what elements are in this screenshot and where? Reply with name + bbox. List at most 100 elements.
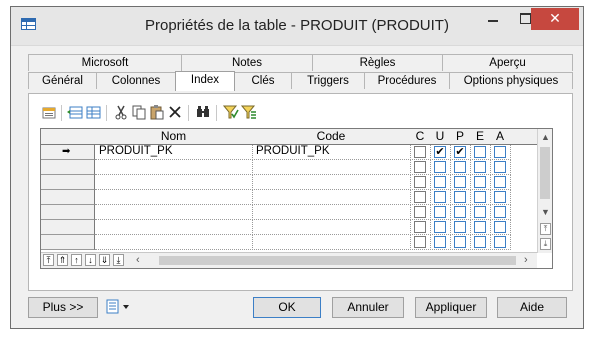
header-e[interactable]: E [470, 129, 491, 145]
row-selector[interactable] [41, 190, 95, 205]
header-c[interactable]: C [410, 129, 431, 145]
checkbox-p[interactable] [454, 221, 466, 233]
checkbox-u[interactable]: ✔ [434, 146, 446, 158]
row-selector[interactable] [41, 175, 95, 190]
checkbox-p[interactable] [454, 191, 466, 203]
header-nom[interactable]: Nom [95, 129, 253, 145]
checkbox-c[interactable] [414, 236, 426, 248]
cell-nom[interactable] [95, 190, 253, 205]
checkbox-p[interactable] [454, 236, 466, 248]
cell-nom[interactable] [95, 235, 253, 250]
scroll-up-icon[interactable]: ▲ [541, 132, 550, 142]
tab-regles[interactable]: Règles [312, 54, 443, 71]
row-selector[interactable] [41, 160, 95, 175]
scroll-down-icon[interactable]: ▼ [541, 207, 550, 217]
checkbox-c[interactable] [414, 191, 426, 203]
tab-notes[interactable]: Notes [181, 54, 313, 71]
checkbox-a[interactable] [494, 221, 506, 233]
vertical-scroll-thumb[interactable] [540, 147, 550, 199]
checkbox-u[interactable] [434, 221, 446, 233]
cell-code[interactable] [252, 190, 411, 205]
tab-triggers[interactable]: Triggers [291, 72, 365, 89]
tab-colonnes[interactable]: Colonnes [96, 72, 176, 89]
checkbox-u[interactable] [434, 176, 446, 188]
header-p[interactable]: P [450, 129, 471, 145]
row-selector[interactable] [41, 235, 95, 250]
paste-icon[interactable] [148, 104, 166, 122]
checkbox-a[interactable] [494, 161, 506, 173]
help-button[interactable]: Aide [497, 297, 567, 318]
cell-code[interactable] [252, 175, 411, 190]
checkbox-e[interactable] [474, 146, 486, 158]
checkbox-p[interactable] [454, 206, 466, 218]
horizontal-scrollbar[interactable]: ⤒ ⇑ ↑ ↓ ⇓ ⤓ ‹ › [41, 252, 537, 268]
list-menu-button[interactable] [105, 296, 135, 318]
scroll-bottom-icon[interactable]: ⤓ [540, 238, 551, 250]
cancel-button[interactable]: Annuler [332, 297, 404, 318]
cut-icon[interactable] [112, 104, 130, 122]
cell-nom[interactable] [95, 205, 253, 220]
checkbox-u[interactable] [434, 191, 446, 203]
tab-general[interactable]: Général [28, 72, 97, 89]
checkbox-e[interactable] [474, 191, 486, 203]
cell-code[interactable] [252, 235, 411, 250]
checkbox-a[interactable] [494, 206, 506, 218]
minimize-button[interactable] [479, 8, 507, 30]
checkbox-p[interactable]: ✔ [454, 146, 466, 158]
checkbox-p[interactable] [454, 176, 466, 188]
move-up-icon[interactable]: ↑ [71, 254, 82, 266]
checkbox-a[interactable] [494, 146, 506, 158]
cell-code[interactable]: PRODUIT_PK [252, 145, 411, 160]
checkbox-p[interactable] [454, 161, 466, 173]
scroll-top-icon[interactable]: ⤒ [540, 223, 551, 235]
delete-icon[interactable] [166, 104, 184, 122]
find-icon[interactable] [194, 104, 212, 122]
checkbox-a[interactable] [494, 176, 506, 188]
header-u[interactable]: U [430, 129, 451, 145]
checkbox-e[interactable] [474, 236, 486, 248]
cell-nom[interactable] [95, 160, 253, 175]
checkbox-c[interactable] [414, 221, 426, 233]
cell-nom[interactable]: PRODUIT_PK [95, 145, 253, 160]
checkbox-a[interactable] [494, 191, 506, 203]
move-up-page-icon[interactable]: ⇑ [57, 254, 68, 266]
move-bottom-icon[interactable]: ⤓ [113, 254, 124, 266]
cell-code[interactable] [252, 160, 411, 175]
checkbox-e[interactable] [474, 221, 486, 233]
checkbox-u[interactable] [434, 161, 446, 173]
checkbox-e[interactable] [474, 161, 486, 173]
insert-row-icon[interactable] [84, 104, 102, 122]
row-selector[interactable] [41, 205, 95, 220]
move-top-icon[interactable]: ⤒ [43, 254, 54, 266]
row-selector[interactable]: ➡ [41, 145, 95, 160]
cell-nom[interactable] [95, 220, 253, 235]
checkbox-c[interactable] [414, 206, 426, 218]
ok-button[interactable]: OK [253, 297, 321, 318]
row-selector[interactable] [41, 220, 95, 235]
checkbox-a[interactable] [494, 236, 506, 248]
vertical-scrollbar[interactable]: ▲ ▼ ⤒ ⤓ [537, 129, 552, 253]
scroll-right-icon[interactable]: › [524, 254, 528, 266]
checkbox-c[interactable] [414, 176, 426, 188]
scroll-left-icon[interactable]: ‹ [136, 254, 140, 266]
more-button[interactable]: Plus >> [28, 297, 98, 318]
filter-icon[interactable] [222, 104, 240, 122]
properties-icon[interactable] [40, 104, 58, 122]
cell-code[interactable] [252, 220, 411, 235]
checkbox-e[interactable] [474, 176, 486, 188]
apply-button[interactable]: Appliquer [415, 297, 487, 318]
add-row-icon[interactable] [66, 104, 84, 122]
checkbox-c[interactable] [414, 161, 426, 173]
header-code[interactable]: Code [252, 129, 411, 145]
horizontal-scroll-thumb[interactable] [159, 256, 516, 265]
tab-cles[interactable]: Clés [234, 72, 292, 89]
tab-options-physiques[interactable]: Options physiques [449, 72, 573, 89]
tab-microsoft[interactable]: Microsoft [28, 54, 182, 71]
move-down-page-icon[interactable]: ⇓ [99, 254, 110, 266]
tab-index[interactable]: Index [175, 71, 235, 91]
tab-procedures[interactable]: Procédures [364, 72, 450, 89]
move-down-icon[interactable]: ↓ [85, 254, 96, 266]
clear-filter-icon[interactable] [240, 104, 258, 122]
copy-icon[interactable] [130, 104, 148, 122]
checkbox-u[interactable] [434, 236, 446, 248]
